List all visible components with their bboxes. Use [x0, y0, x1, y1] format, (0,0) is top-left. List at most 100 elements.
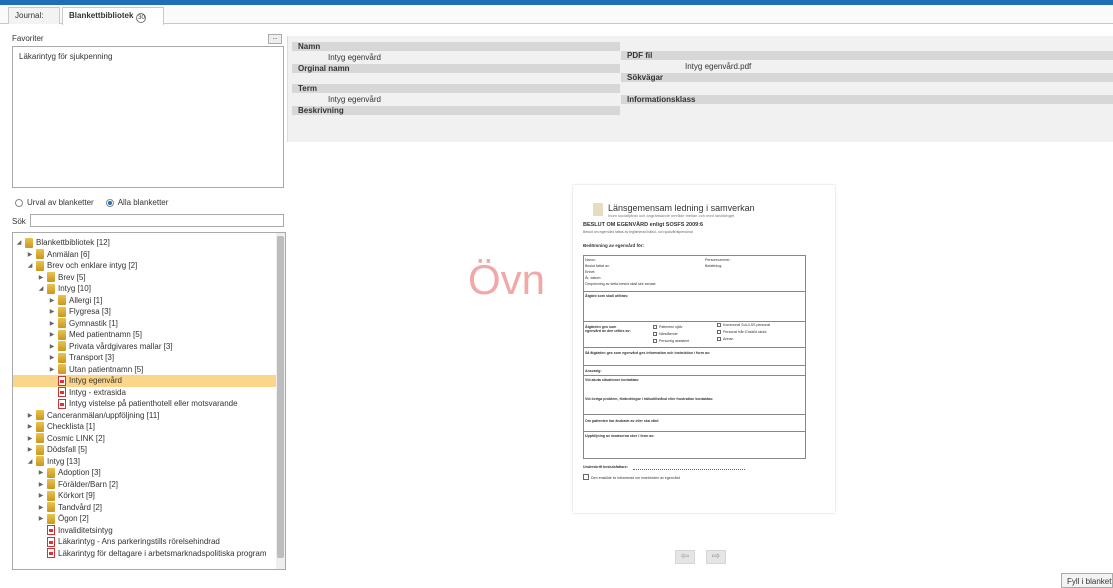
tree-folder-item[interactable]: ▶ Flygresa [3] [13, 306, 285, 318]
favorites-options-button[interactable]: ... [268, 34, 282, 44]
doc-signature-line [633, 469, 745, 470]
expand-arrow-icon[interactable]: ▶ [37, 515, 45, 522]
folder-icon [36, 433, 44, 444]
tab-blankettbibliotek[interactable]: Blankettbibliotek 30 [62, 7, 164, 25]
tree-folder-item[interactable]: ▶ Tandvård [2] [13, 502, 285, 514]
tab-journal[interactable]: Journal: [8, 7, 60, 24]
tree-folder-item[interactable]: ◢ Blankettbibliotek [12] [13, 237, 285, 249]
prev-page-button[interactable]: ⇦ [675, 550, 695, 564]
doc-divider [583, 375, 806, 376]
tree-folder-item[interactable]: ▶ Allergi [1] [13, 295, 285, 307]
tree-form-item[interactable]: Läkarintyg för deltagare i arbetsmarknad… [13, 548, 285, 560]
tree-item-label: Tandvård [2] [58, 502, 103, 512]
folder-icon [47, 490, 55, 501]
tree-form-item[interactable]: Intyg - extrasida [13, 387, 285, 399]
folder-icon [36, 456, 44, 467]
tree-folder-item[interactable]: ▶ Dödsfall [5] [13, 444, 285, 456]
tree-item-label: Checklista [1] [47, 422, 96, 432]
tree-folder-item[interactable]: ▶ Transport [3] [13, 352, 285, 364]
tree-item-label: Brev och enklare intyg [2] [47, 261, 138, 271]
tree-folder-item[interactable]: ▶ Brev [5] [13, 272, 285, 284]
doc-field-unit: Enhet: [585, 270, 596, 274]
doc-option-4: Kommunal SoL/LSS personal [717, 323, 770, 327]
radio-selection[interactable] [15, 198, 23, 207]
expand-arrow-icon[interactable]: ▶ [26, 423, 34, 430]
tree-folder-item[interactable]: ◢ Intyg [13] [13, 456, 285, 468]
expand-arrow-icon[interactable]: ▶ [48, 320, 56, 327]
expand-arrow-icon[interactable]: ▶ [48, 297, 56, 304]
tree-folder-item[interactable]: ▶ Körkort [9] [13, 490, 285, 502]
doc-divider [583, 347, 806, 348]
folder-icon [58, 329, 66, 340]
tree-folder-item[interactable]: ▶ Med patientnamn [5] [13, 329, 285, 341]
expand-arrow-icon[interactable]: ▶ [37, 469, 45, 476]
tree-item-label: Ögon [2] [58, 514, 89, 524]
expand-arrow-icon[interactable]: ▶ [48, 343, 56, 350]
expand-arrow-icon[interactable]: ▶ [26, 435, 34, 442]
tree-form-item[interactable]: Läkarintyg - Ans parkeringstills rörelse… [13, 536, 285, 548]
tree-item-label: Brev [5] [58, 272, 86, 282]
expand-arrow-icon[interactable]: ▶ [26, 251, 34, 258]
tree-scroll-thumb[interactable] [277, 236, 284, 558]
collapse-arrow-icon[interactable]: ◢ [15, 239, 23, 246]
folder-icon [36, 421, 44, 432]
tree-folder-item[interactable]: ▶ Gymnastik [1] [13, 318, 285, 330]
search-input[interactable] [30, 214, 284, 227]
tree-folder-item[interactable]: ▶ Ögon [2] [13, 513, 285, 525]
tree-item-label: Intyg [10] [58, 284, 91, 294]
tree-folder-item[interactable]: ▶ Utan patientnamn [5] [13, 364, 285, 376]
tree-folder-item[interactable]: ◢ Intyg [10] [13, 283, 285, 295]
doc-field-date: År, datum: [585, 276, 602, 280]
tree-folder-item[interactable]: ▶ Cosmic LINK [2] [13, 433, 285, 445]
radio-all[interactable] [105, 198, 114, 207]
term-label: Term [292, 84, 620, 93]
tree-folder-item[interactable]: ▶ Privata vårdgivares mallar [3] [13, 341, 285, 353]
tree-item-label: Med patientnamn [5] [69, 330, 142, 340]
expand-arrow-icon[interactable]: ▶ [37, 504, 45, 511]
search-label: Sök [12, 217, 26, 226]
folder-icon [36, 260, 44, 271]
tab-bar: Journal: Blankettbibliotek 30 [0, 5, 1113, 25]
tab-count-badge: 30 [136, 13, 147, 23]
tree-folder-item[interactable]: ▶ Adoption [3] [13, 467, 285, 479]
pdf-file-value: Intyg egenvård.pdf [685, 62, 752, 71]
collapse-arrow-icon[interactable]: ◢ [37, 285, 45, 292]
pdf-icon [47, 548, 55, 559]
next-page-button[interactable]: ⇨ [706, 550, 726, 564]
doc-divider [583, 365, 806, 366]
expand-arrow-icon[interactable]: ▶ [48, 366, 56, 373]
pdf-icon [47, 536, 55, 547]
fill-form-button[interactable]: Fyll i blankett [1061, 573, 1113, 588]
name-label: Namn [292, 42, 620, 51]
tree-item-label: Förälder/Barn [2] [58, 479, 119, 489]
tree-folder-item[interactable]: ▶ Förälder/Barn [2] [13, 479, 285, 491]
tree-folder-item[interactable]: ▶ Checklista [1] [13, 421, 285, 433]
collapse-arrow-icon[interactable]: ◢ [26, 458, 34, 465]
tree-form-item[interactable]: Invaliditetsintyg [13, 525, 285, 537]
tree-folder-item[interactable]: ▶ Anmälan [6] [13, 249, 285, 261]
expand-arrow-icon[interactable]: ▶ [37, 481, 45, 488]
doc-field-role: Befattning: [705, 264, 723, 268]
expand-arrow-icon[interactable]: ▶ [48, 308, 56, 315]
doc-field-scope: Omprövning av detta beslut skall ske sen… [585, 282, 657, 286]
expand-arrow-icon[interactable]: ▶ [37, 274, 45, 281]
tree-form-item[interactable]: Intyg vistelse på patienthotell eller mo… [13, 398, 285, 410]
doc-option-2: Närstående [653, 332, 678, 336]
tree-folder-item[interactable]: ◢ Brev och enklare intyg [2] [13, 260, 285, 272]
name-value: Intyg egenvård [328, 53, 381, 62]
library-icon [25, 237, 33, 248]
tree-item-label: Canceranmälan/uppföljning [11] [47, 410, 160, 420]
collapse-arrow-icon[interactable]: ◢ [26, 262, 34, 269]
expand-arrow-icon[interactable]: ▶ [26, 446, 34, 453]
expand-arrow-icon[interactable]: ▶ [48, 354, 56, 361]
expand-arrow-icon[interactable]: ▶ [26, 412, 34, 419]
doc-divider [583, 414, 806, 415]
pdf-icon [47, 525, 55, 536]
tree-folder-item[interactable]: ▶ Canceranmälan/uppföljning [11] [13, 410, 285, 422]
folder-icon [36, 410, 44, 421]
expand-arrow-icon[interactable]: ▶ [37, 492, 45, 499]
favorite-item[interactable]: Läkarintyg för sjukpenning [19, 52, 277, 61]
term-value: Intyg egenvård [328, 95, 381, 104]
tree-form-item[interactable]: Intyg egenvård [13, 375, 285, 387]
expand-arrow-icon[interactable]: ▶ [48, 331, 56, 338]
